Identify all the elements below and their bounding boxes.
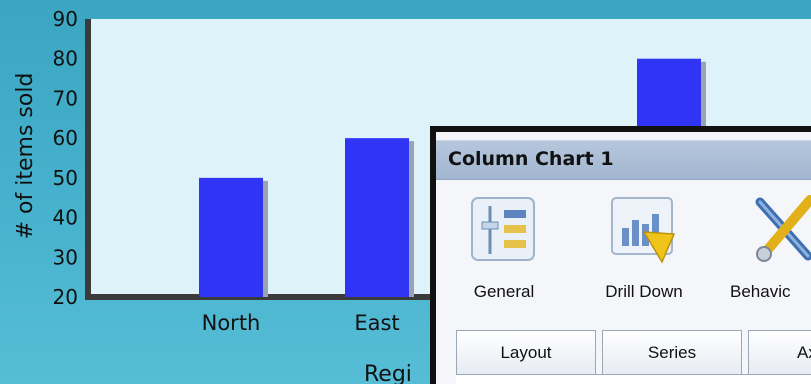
y-tick-label: 40	[53, 206, 78, 230]
general-label: General	[473, 282, 535, 301]
general-settings-icon	[471, 197, 535, 261]
bar-east[interactable]	[345, 138, 409, 297]
column-chart-properties-dialog: Column Chart 1 General Drill Down Behavi…	[430, 126, 811, 384]
drill-down-label: Drill Down	[605, 282, 683, 301]
bar-north[interactable]	[199, 177, 263, 297]
y-axis-title: # of items sold	[13, 73, 38, 240]
y-tick-label: 20	[53, 285, 78, 309]
y-tick-label: 50	[53, 166, 78, 190]
dialog-title: Column Chart 1	[448, 148, 614, 170]
y-tick-label: 60	[53, 126, 78, 150]
tab-series[interactable]: Series	[602, 330, 742, 374]
y-tick-label: 80	[53, 47, 78, 71]
behavior-button[interactable]: Behavic	[726, 188, 811, 308]
drill-down-button[interactable]: Drill Down	[584, 188, 704, 308]
tab-content-area	[456, 374, 811, 384]
general-button[interactable]: General	[444, 188, 564, 308]
behavior-label: Behavic	[730, 282, 791, 301]
y-tick-label: 70	[53, 86, 78, 110]
dialog-titlebar: Column Chart 1	[436, 140, 811, 180]
x-tick-label-north: North	[202, 311, 261, 335]
tab-axes[interactable]: Ax	[748, 330, 811, 374]
drill-down-icon	[611, 197, 676, 264]
x-axis-title: Regi	[364, 362, 412, 384]
tab-layout[interactable]: Layout	[456, 330, 596, 374]
y-axis-line	[85, 19, 91, 299]
y-tick-label: 30	[53, 245, 78, 269]
x-tick-label-east: East	[354, 311, 399, 335]
y-tick-label: 90	[53, 7, 78, 31]
behavior-tools-icon	[755, 195, 811, 262]
